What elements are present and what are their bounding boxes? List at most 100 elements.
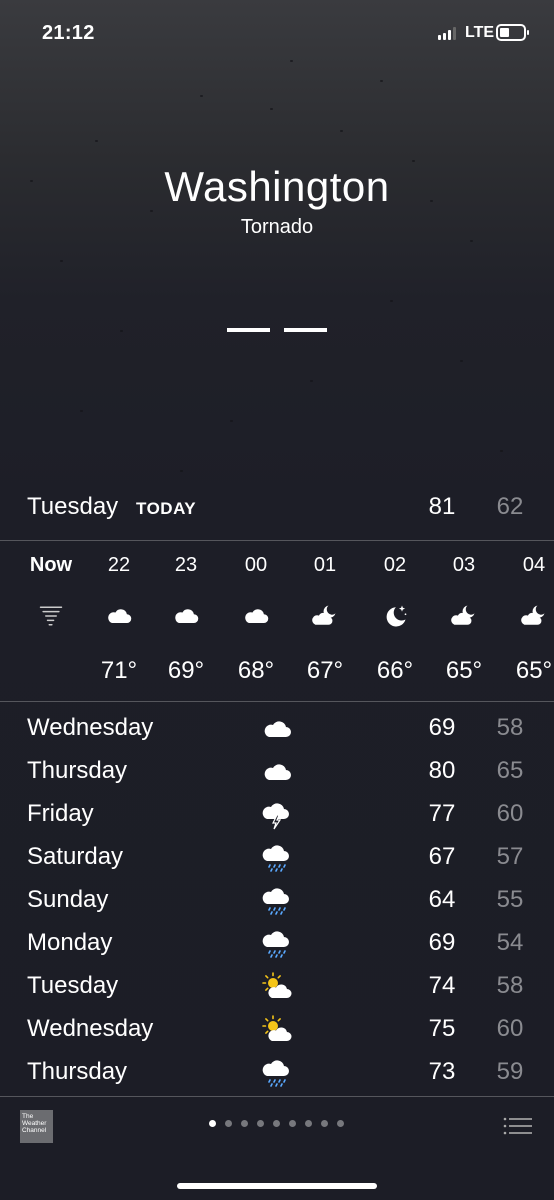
divider — [0, 701, 554, 702]
day-high: 67 — [428, 843, 456, 870]
page-dot[interactable] — [273, 1120, 280, 1127]
cloud-moon-icon — [450, 602, 478, 630]
page-dot[interactable] — [289, 1120, 296, 1127]
hourly-item: 00 68° — [221, 540, 291, 701]
hour-temp: 66° — [376, 657, 414, 684]
tornado-icon — [37, 602, 65, 630]
daily-row: Wednesday 75 60 — [0, 1010, 554, 1053]
page-indicator[interactable] — [209, 1120, 344, 1127]
day-name: Saturday — [27, 843, 124, 870]
day-low: 55 — [496, 886, 524, 913]
battery-icon — [496, 24, 529, 41]
hourly-forecast[interactable]: Now 22 71° 23 69° 00 68° 01 67° 02 66° 03 65° 04 65° — [0, 540, 554, 701]
page-dot[interactable] — [321, 1120, 328, 1127]
list-icon[interactable] — [503, 1116, 533, 1136]
daily-row: Tuesday 74 58 — [0, 967, 554, 1010]
cloud-moon-icon — [520, 602, 548, 630]
page-dot[interactable] — [257, 1120, 264, 1127]
logo-line: Weather — [22, 1120, 47, 1127]
hour-label: 23 — [174, 554, 198, 576]
day-high: 69 — [428, 714, 456, 741]
hourly-item: 04 65° — [499, 540, 554, 701]
hour-label: 01 — [313, 554, 337, 576]
page-dot[interactable] — [337, 1120, 344, 1127]
thunderstorm-icon — [261, 799, 293, 831]
speckle — [270, 108, 273, 110]
cloud-moon-icon — [311, 602, 339, 630]
hour-temp: 68° — [237, 657, 275, 684]
hour-temp: 71° — [100, 657, 138, 684]
day-high: 77 — [428, 800, 456, 827]
today-day: Tuesday — [27, 493, 119, 520]
day-low: 59 — [496, 1058, 524, 1085]
hourly-item: 22 71° — [84, 540, 154, 701]
speckle — [500, 450, 503, 452]
network-type: LTE — [465, 24, 495, 41]
hour-temp: 67° — [306, 657, 344, 684]
speckle — [180, 470, 183, 472]
hour-temp: 69° — [167, 657, 205, 684]
rain-icon — [261, 1057, 293, 1089]
partly-sunny-icon — [261, 971, 293, 1003]
speckle — [290, 60, 293, 62]
hourly-item: Now — [16, 540, 86, 701]
day-high: 73 — [428, 1058, 456, 1085]
partly-sunny-icon — [261, 1014, 293, 1046]
hour-label: Now — [29, 554, 73, 576]
rain-icon — [261, 928, 293, 960]
today-summary: Tuesday TODAY 81 62 — [0, 493, 554, 529]
speckle — [95, 140, 98, 142]
speckle — [230, 420, 233, 422]
logo-line: The — [22, 1113, 34, 1120]
page-dot[interactable] — [209, 1120, 216, 1127]
page-dot[interactable] — [225, 1120, 232, 1127]
day-name: Thursday — [27, 1058, 128, 1085]
day-name: Friday — [27, 800, 94, 827]
day-low: 65 — [496, 757, 524, 784]
hourly-item: 03 65° — [429, 540, 499, 701]
speckle — [80, 410, 83, 412]
cloud-icon — [261, 756, 293, 788]
rain-icon — [261, 842, 293, 874]
status-bar: 21:12 LTE — [0, 0, 554, 66]
day-name: Tuesday — [27, 972, 119, 999]
day-high: 64 — [428, 886, 456, 913]
speckle — [470, 240, 473, 242]
weather-channel-logo[interactable]: The Weather Channel — [20, 1110, 53, 1143]
rain-icon — [261, 885, 293, 917]
speckle — [412, 160, 415, 162]
day-high: 80 — [428, 757, 456, 784]
daily-row: Friday 77 60 — [0, 795, 554, 838]
day-name: Wednesday — [27, 1015, 154, 1042]
current-temperature-placeholder — [0, 328, 554, 332]
page-dot[interactable] — [305, 1120, 312, 1127]
day-low: 60 — [496, 1015, 524, 1042]
today-low: 62 — [496, 493, 524, 520]
day-name: Monday — [27, 929, 113, 956]
daily-row: Thursday 73 59 — [0, 1053, 554, 1096]
day-low: 57 — [496, 843, 524, 870]
day-name: Thursday — [27, 757, 128, 784]
day-low: 58 — [496, 972, 524, 999]
daily-row: Saturday 67 57 — [0, 838, 554, 881]
today-label: TODAY — [136, 499, 197, 518]
speckle — [460, 360, 463, 362]
home-indicator[interactable] — [177, 1183, 377, 1189]
page-dot[interactable] — [241, 1120, 248, 1127]
cellular-signal-icon — [438, 26, 456, 40]
daily-row: Wednesday 69 58 — [0, 709, 554, 752]
hour-label: 22 — [107, 554, 131, 576]
bottom-toolbar: The Weather Channel — [0, 1096, 554, 1156]
moon-stars-icon — [381, 602, 409, 630]
speckle — [310, 380, 313, 382]
cloud-icon — [242, 602, 270, 630]
hour-temp: 65° — [445, 657, 483, 684]
day-name: Wednesday — [27, 714, 154, 741]
day-low: 60 — [496, 800, 524, 827]
day-high: 74 — [428, 972, 456, 999]
cloud-icon — [261, 713, 293, 745]
daily-row: Sunday 64 55 — [0, 881, 554, 924]
speckle — [340, 130, 343, 132]
speckle — [390, 300, 393, 302]
daily-row: Thursday 80 65 — [0, 752, 554, 795]
